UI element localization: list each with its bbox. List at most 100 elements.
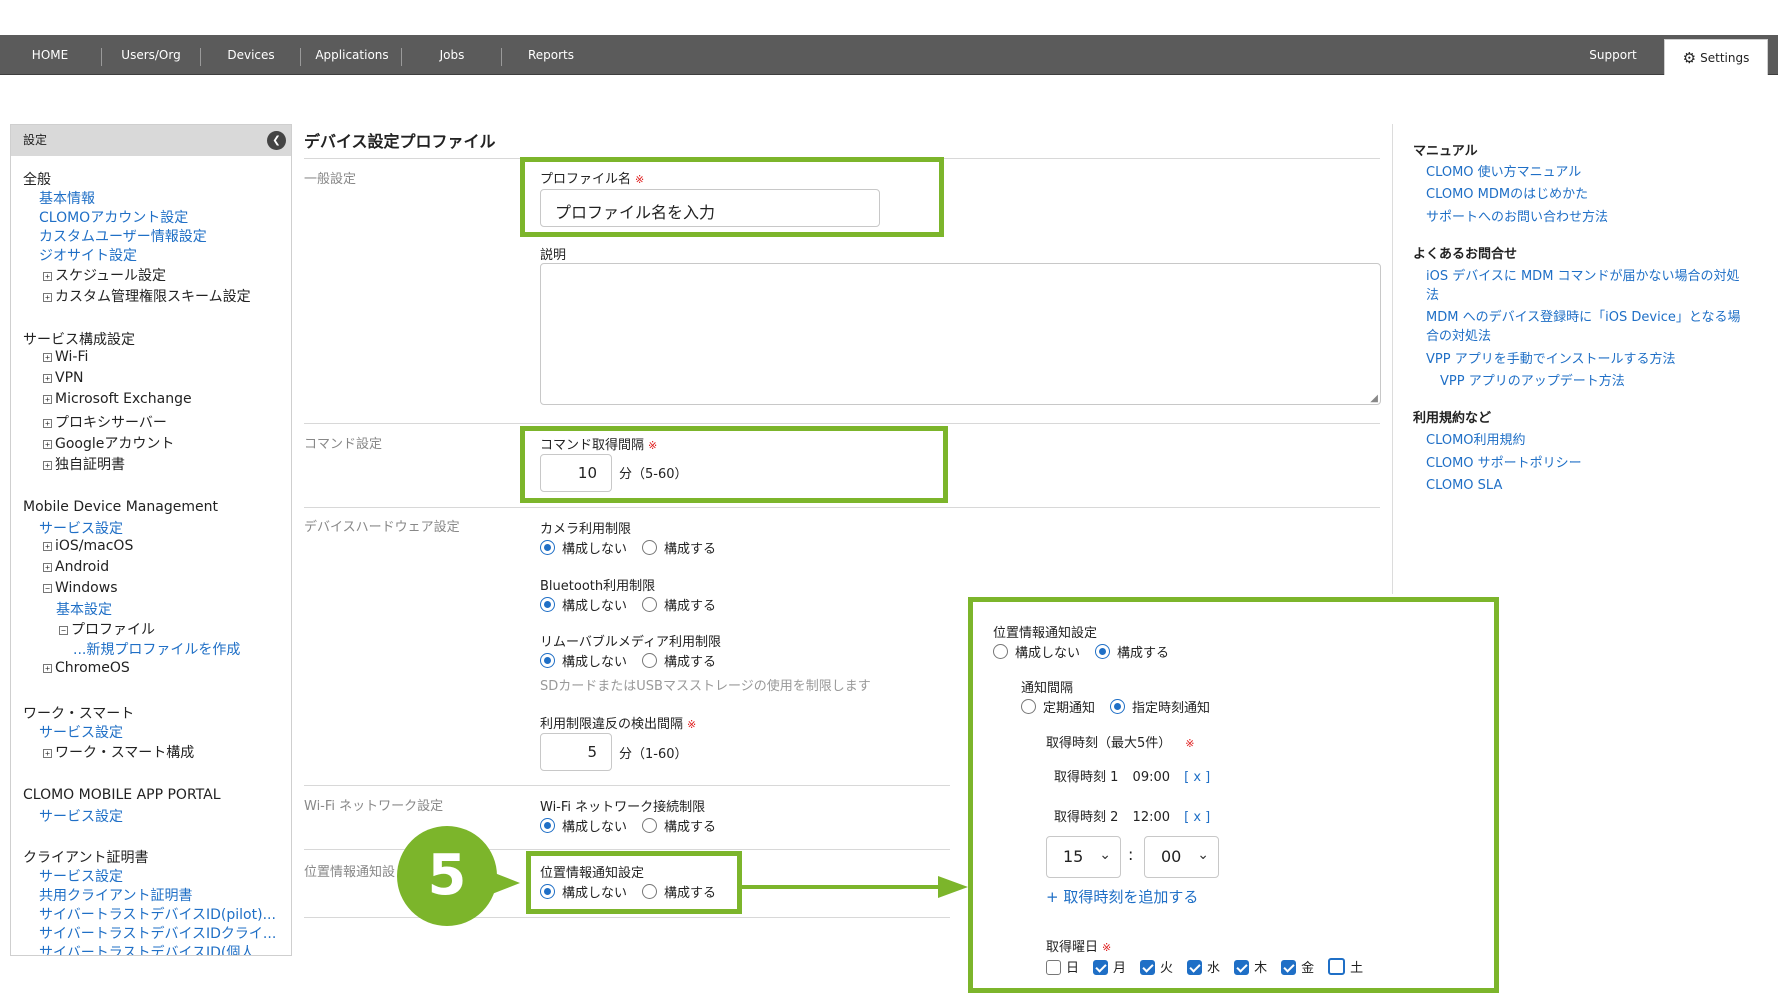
remove-time2-button[interactable]: [ x ]	[1184, 810, 1210, 825]
sidebar-link-work-smart-service[interactable]: サービス設定	[39, 722, 123, 742]
sidebar-item-android[interactable]: + Android	[43, 559, 109, 575]
nav-support[interactable]: Support	[1580, 35, 1646, 75]
sidebar-link-cybertrust-client[interactable]: サイバートラストデバイスIDクライ...	[39, 923, 276, 943]
help-link-faq-mdm-command[interactable]: iOS デバイスに MDM コマンドが届かない場合の対処法	[1426, 267, 1751, 305]
option-label: 構成しない	[1015, 646, 1081, 661]
removable-off-radio[interactable]	[540, 653, 555, 668]
sidebar-item-chromeos[interactable]: + ChromeOS	[43, 660, 130, 676]
sidebar-item-custom-permission[interactable]: + カスタム管理権限スキーム設定	[43, 286, 251, 306]
sidebar-item-label: VPN	[55, 370, 84, 386]
description-textarea[interactable]: ◢	[540, 263, 1381, 405]
sidebar-item-windows[interactable]: − Windows	[43, 580, 118, 596]
scheduled-notify-radio[interactable]	[1110, 699, 1126, 714]
sidebar-link-clomo-account[interactable]: CLOMOアカウント設定	[39, 207, 188, 227]
sidebar-item-label: Microsoft Exchange	[55, 391, 192, 407]
help-link-faq-vpp-install[interactable]: VPP アプリを手動でインストールする方法	[1426, 350, 1675, 369]
day-checkbox-fri[interactable]: 金	[1281, 960, 1314, 976]
periodic-notify-radio[interactable]	[1021, 699, 1036, 714]
required-mark: ※	[687, 718, 697, 731]
sidebar-link-custom-user-info[interactable]: カスタムユーザー情報設定	[39, 226, 207, 246]
sidebar-item-schedule[interactable]: + スケジュール設定	[43, 265, 166, 285]
nav-jobs[interactable]: Jobs	[418, 35, 486, 75]
help-link-contact-support[interactable]: サポートへのお問い合わせ方法	[1426, 208, 1608, 227]
nav-applications[interactable]: Applications	[306, 35, 398, 75]
day-checkbox-sat[interactable]: 土	[1328, 958, 1363, 976]
minute-select[interactable]: 00 ⌄	[1144, 836, 1219, 878]
sidebar-link-cybertrust-pilot[interactable]: サイバートラストデバイスID(pilot)...	[39, 904, 276, 924]
sidebar-item-windows-profile[interactable]: − プロファイル	[59, 619, 155, 639]
sidebar-item-own-cert[interactable]: + 独自証明書	[43, 454, 125, 474]
required-mark: ※	[1102, 941, 1112, 954]
help-link-sla[interactable]: CLOMO SLA	[1426, 476, 1502, 495]
sidebar-link-geosite[interactable]: ジオサイト設定	[39, 245, 137, 265]
day-checkbox-sun[interactable]: 日	[1046, 960, 1079, 976]
sidebar-link-windows-basic[interactable]: 基本設定	[56, 599, 112, 619]
time-row-1: 取得時刻 1 09:00 [ x ]	[1054, 766, 1210, 785]
help-link-terms[interactable]: CLOMO利用規約	[1426, 431, 1526, 450]
wifi-restriction-label: Wi-Fi ネットワーク接続制限	[540, 800, 706, 815]
sidebar-item-exchange[interactable]: + Microsoft Exchange	[43, 391, 192, 407]
sidebar-item-label: ChromeOS	[55, 660, 130, 676]
help-link-support-policy[interactable]: CLOMO サポートポリシー	[1426, 454, 1582, 473]
wifi-off-radio[interactable]	[540, 818, 555, 833]
sidebar-link-basic-info[interactable]: 基本情報	[39, 188, 95, 208]
sidebar-item-proxy[interactable]: + プロキシサーバー	[43, 412, 167, 432]
help-manual-title: マニュアル	[1413, 144, 1478, 159]
help-terms-title: 利用規約など	[1413, 411, 1492, 426]
option-label: 構成しない	[562, 599, 628, 614]
sidebar-item-ios-macos[interactable]: + iOS/macOS	[43, 538, 133, 554]
zoom-location-off-radio[interactable]	[993, 644, 1008, 659]
nav-devices[interactable]: Devices	[215, 35, 287, 75]
nav-reports[interactable]: Reports	[520, 35, 582, 75]
sidebar-item-wifi[interactable]: + Wi-Fi	[43, 349, 88, 365]
sidebar-item-vpn[interactable]: + VPN	[43, 370, 84, 386]
help-link-getting-started[interactable]: CLOMO MDMのはじめかた	[1426, 185, 1588, 204]
sidebar-link-new-profile[interactable]: ...新規プロファイルを作成	[73, 639, 240, 659]
section-label-wifi: Wi-Fi ネットワーク設定	[304, 799, 444, 814]
hour-select[interactable]: 15 ⌄	[1046, 836, 1121, 878]
sidebar-item-google-account[interactable]: + Googleアカウント	[43, 433, 174, 453]
day-checkbox-thu[interactable]: 木	[1234, 960, 1267, 976]
day-label: 水	[1207, 961, 1221, 976]
collapse-sidebar-icon[interactable]: ❮	[267, 131, 286, 150]
sidebar-group-service-config: サービス構成設定	[23, 332, 135, 348]
sidebar-link-cybertrust-personal[interactable]: サイバートラストデバイスID(個人...	[39, 942, 268, 955]
sidebar-link-mdm-service[interactable]: サービス設定	[39, 518, 123, 538]
acquisition-times-label-text: 取得時刻（最大5件）	[1046, 736, 1172, 751]
sidebar-link-shared-client-cert[interactable]: 共用クライアント証明書	[39, 885, 192, 905]
time1-label: 取得時刻 1	[1054, 770, 1119, 785]
help-link-faq-vpp-update[interactable]: VPP アプリのアップデート方法	[1440, 372, 1625, 391]
nav-home[interactable]: HOME	[20, 35, 80, 75]
day-checkbox-wed[interactable]: 水	[1187, 960, 1221, 976]
day-label: 火	[1160, 961, 1174, 976]
wifi-on-radio[interactable]	[642, 818, 658, 833]
add-time-link[interactable]: + 取得時刻を追加する	[1046, 886, 1198, 907]
checkbox-icon	[1140, 960, 1156, 975]
camera-off-radio[interactable]	[540, 540, 555, 555]
option-label: 構成する	[1117, 646, 1170, 661]
removable-on-radio[interactable]	[642, 653, 658, 668]
time1-value: 09:00	[1132, 770, 1171, 785]
resize-handle-icon[interactable]: ◢	[1370, 393, 1378, 404]
sidebar-link-client-cert-service[interactable]: サービス設定	[39, 866, 123, 886]
day-checkbox-mon[interactable]: 月	[1093, 960, 1126, 976]
remove-time1-button[interactable]: [ x ]	[1184, 770, 1210, 785]
nav-settings-tab[interactable]: ⚙ Settings	[1664, 39, 1768, 75]
help-link-faq-ios-device[interactable]: MDM へのデバイス登録時に「iOS Device」となる場合の対処法	[1426, 308, 1751, 346]
connector-arrow-head	[938, 876, 968, 898]
sidebar-link-portal-service[interactable]: サービス設定	[39, 806, 123, 826]
bluetooth-off-radio[interactable]	[540, 597, 555, 612]
sidebar-item-label: 独自証明書	[55, 457, 125, 473]
sidebar-item-work-smart-config[interactable]: + ワーク・スマート構成	[43, 742, 194, 762]
highlight-location-notify	[526, 851, 742, 914]
sidebar-header-title: 設定	[23, 133, 48, 147]
zoom-location-on-radio[interactable]	[1095, 644, 1111, 659]
time2-value: 12:00	[1132, 810, 1171, 825]
violation-interval-input[interactable]: 5	[540, 733, 612, 771]
day-checkbox-tue[interactable]: 火	[1140, 960, 1174, 976]
help-link-usage-manual[interactable]: CLOMO 使い方マニュアル	[1426, 163, 1581, 182]
section-divider	[304, 785, 950, 786]
nav-users-org[interactable]: Users/Org	[110, 35, 192, 75]
camera-on-radio[interactable]	[642, 540, 658, 555]
bluetooth-on-radio[interactable]	[642, 597, 658, 612]
